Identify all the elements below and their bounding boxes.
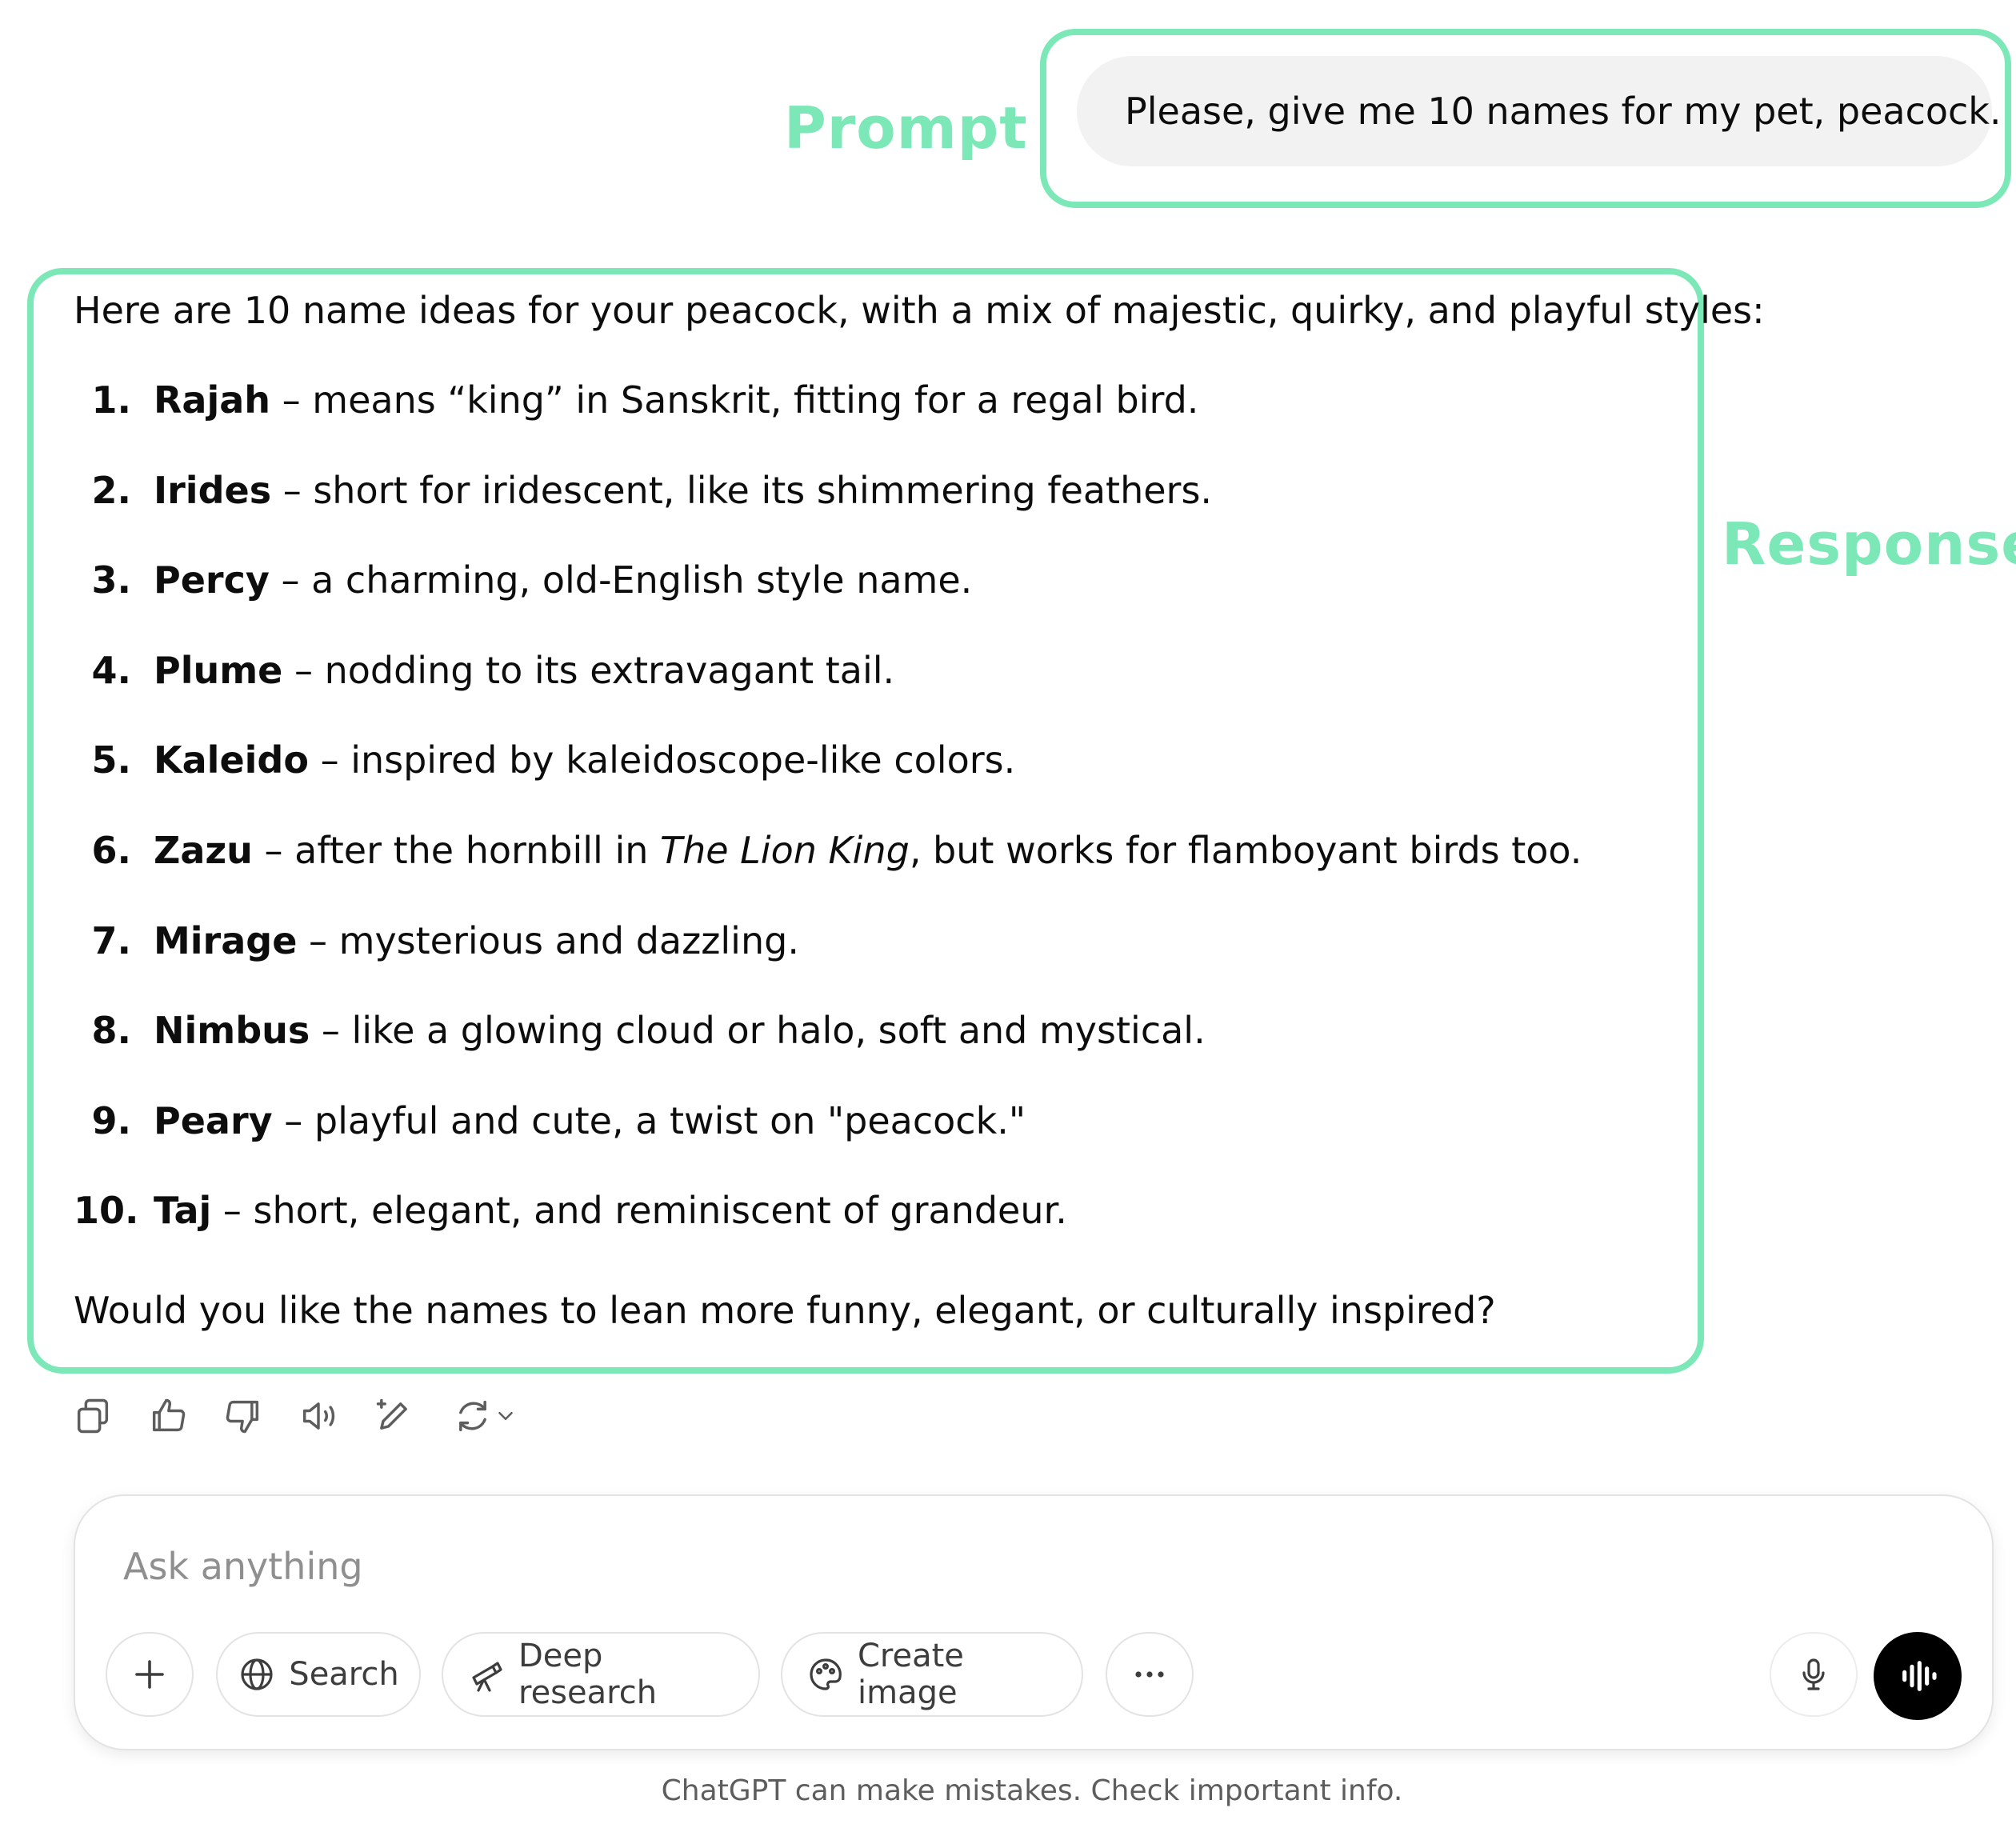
search-button-label: Search <box>289 1656 399 1693</box>
list-item: 10. Taj – short, elegant, and reminiscent… <box>74 1185 1682 1275</box>
plus-icon <box>135 1660 164 1689</box>
pet-name: Nimbus <box>154 1009 310 1053</box>
create-image-button[interactable]: Create image <box>781 1632 1083 1717</box>
list-item: 1. Rajah – means “king” in Sanskrit, fitt… <box>74 374 1682 465</box>
pet-name: Rajah <box>154 378 271 422</box>
deep-research-button[interactable]: Deep research <box>442 1632 760 1717</box>
list-number: 7. <box>91 918 131 962</box>
bad-response-button[interactable] <box>221 1394 266 1438</box>
list-number: 10. <box>74 1189 139 1233</box>
copy-button[interactable] <box>70 1394 115 1438</box>
list-number: 6. <box>91 828 131 872</box>
create-image-button-label: Create image <box>858 1638 964 1711</box>
list-item: 7. Mirage – mysterious and dazzling. <box>74 915 1682 1006</box>
dictate-button[interactable] <box>1770 1632 1858 1717</box>
good-response-button[interactable] <box>146 1394 190 1438</box>
globe-icon <box>241 1658 273 1690</box>
list-number: 5. <box>91 738 131 782</box>
edit-in-canvas-button[interactable] <box>371 1394 416 1438</box>
response-outro: Would you like the names to lean more fu… <box>74 1288 1496 1332</box>
name-description: – mysterious and dazzling. <box>297 918 799 962</box>
response-intro: Here are 10 name ideas for your peacock,… <box>74 289 1765 332</box>
thumbs-up-icon <box>152 1398 186 1432</box>
name-description: – short for iridescent, like its shimmer… <box>271 468 1213 512</box>
more-icon <box>1135 1671 1164 1678</box>
assistant-response: Here are 10 name ideas for your peacock,… <box>74 285 1765 1336</box>
list-item: 8. Nimbus – like a glowing cloud or halo,… <box>74 1005 1682 1095</box>
regenerate-button[interactable] <box>446 1394 523 1438</box>
voice-waveform-icon <box>1902 1661 1937 1691</box>
name-description: – nodding to its extravagant tail. <box>282 648 895 692</box>
read-aloud-button[interactable] <box>296 1394 341 1438</box>
attach-button[interactable] <box>106 1632 194 1717</box>
thumbs-down-icon <box>226 1400 259 1434</box>
list-item: 3. Percy – a charming, old-English style … <box>74 554 1682 645</box>
list-number: 1. <box>91 378 131 422</box>
voice-mode-button[interactable] <box>1874 1632 1962 1720</box>
chevron-down-icon <box>498 1412 513 1420</box>
pet-name: Irides <box>154 468 272 512</box>
name-description: – playful and cute, a twist on "peacock.… <box>272 1098 1026 1142</box>
palette-icon <box>810 1658 842 1690</box>
name-description: – means “king” in Sanskrit, fitting for … <box>270 378 1199 422</box>
pet-name: Taj <box>154 1189 212 1233</box>
message-input[interactable] <box>122 1538 1885 1595</box>
name-list: 1. Rajah – means “king” in Sanskrit, fitt… <box>74 374 1682 1275</box>
list-item: 5. Kaleido – inspired by kaleidoscope-lik… <box>74 734 1682 825</box>
read-aloud-icon <box>302 1402 335 1430</box>
list-item: 9. Peary – playful and cute, a twist on "… <box>74 1095 1682 1186</box>
pet-name: Peary <box>154 1098 273 1142</box>
user-message-bubble: Please, give me 10 names for my pet, pea… <box>1077 56 2002 166</box>
response-annotation-label: Response <box>1722 510 2016 578</box>
name-description: – short, elegant, and reminiscent of gra… <box>211 1189 1067 1233</box>
search-button[interactable]: Search <box>216 1632 421 1717</box>
name-description-tail: , but works for flamboyant birds too. <box>909 828 1582 872</box>
regenerate-icon <box>459 1400 486 1432</box>
list-item: 6. Zazu – after the hornbill in The Lion … <box>74 825 1682 915</box>
microphone-icon <box>1802 1658 1825 1690</box>
pet-name: Kaleido <box>154 738 309 782</box>
message-composer: Search Deep research Create image <box>74 1494 1994 1750</box>
pet-name: Mirage <box>154 918 298 962</box>
name-description: – inspired by kaleidoscope-like colors. <box>308 738 1016 782</box>
list-number: 2. <box>91 468 131 512</box>
pet-name: Plume <box>154 648 283 692</box>
telescope-icon <box>472 1662 502 1692</box>
name-description: – a charming, old-English style name. <box>269 558 973 602</box>
edit-icon <box>376 1398 407 1430</box>
movie-title: The Lion King <box>660 828 910 872</box>
disclaimer-text: ChatGPT can make mistakes. Check importa… <box>661 1774 1403 1807</box>
list-number: 3. <box>91 558 131 602</box>
list-number: 8. <box>91 1009 131 1053</box>
prompt-annotation-label: Prompt <box>784 94 1028 162</box>
more-tools-button[interactable] <box>1106 1632 1194 1717</box>
pet-name: Zazu <box>154 828 253 872</box>
copy-icon <box>77 1398 109 1434</box>
response-actions <box>70 1392 523 1440</box>
list-item: 4. Plume – nodding to its extravagant tai… <box>74 645 1682 735</box>
list-item: 2. Irides – short for iridescent, like it… <box>74 465 1682 555</box>
list-number: 9. <box>91 1098 131 1142</box>
name-description: – like a glowing cloud or halo, soft and… <box>310 1009 1206 1053</box>
user-message-text: Please, give me 10 names for my pet, pea… <box>1125 90 2002 133</box>
pet-name: Percy <box>154 558 270 602</box>
list-number: 4. <box>91 648 131 692</box>
name-description: – after the hornbill in <box>252 828 660 872</box>
deep-research-button-label: Deep research <box>518 1638 658 1711</box>
